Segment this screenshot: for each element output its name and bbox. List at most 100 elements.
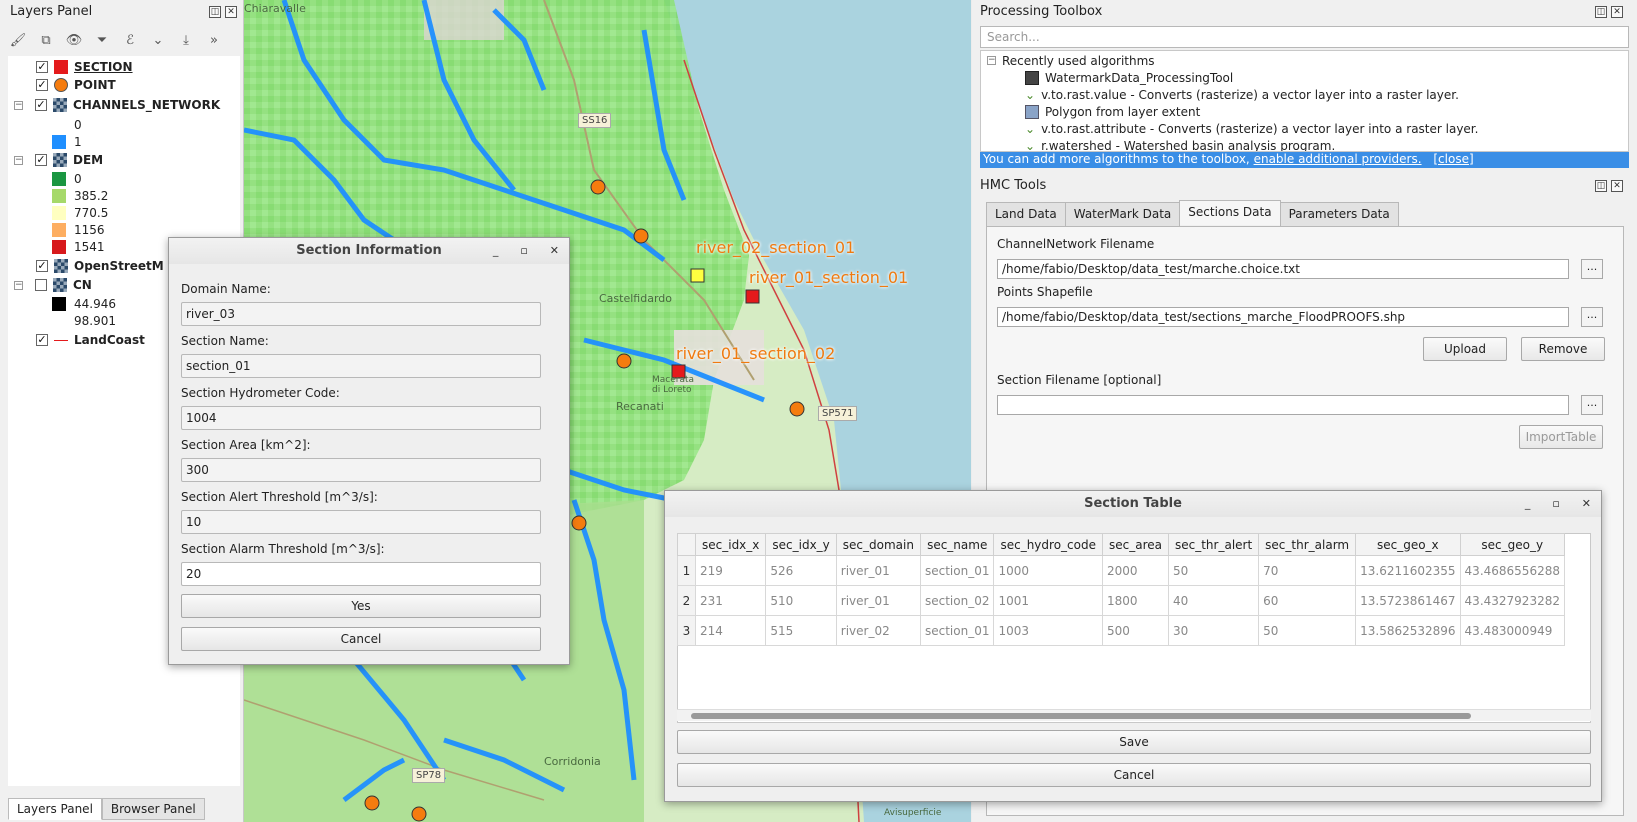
upload-button[interactable]: Upload: [1423, 337, 1507, 361]
close-info-link[interactable]: [close]: [1433, 152, 1473, 166]
table-cell[interactable]: 500: [1101, 615, 1169, 646]
close-icon[interactable]: ✕: [1611, 180, 1623, 192]
column-header[interactable]: sec_geo_x: [1355, 533, 1461, 556]
browse-channel-button[interactable]: ...: [1581, 259, 1603, 279]
horizontal-scrollbar[interactable]: [677, 709, 1591, 721]
table-cell[interactable]: 60: [1258, 585, 1357, 616]
close-icon[interactable]: ✕: [550, 244, 559, 257]
column-header[interactable]: sec_hydro_code: [993, 533, 1103, 556]
algorithm-item[interactable]: Polygon from layer extent: [1025, 103, 1200, 120]
table-cell[interactable]: 13.5723861467: [1355, 585, 1461, 616]
tab-sections-data[interactable]: Sections Data: [1179, 200, 1281, 225]
tab-land-data[interactable]: Land Data: [986, 202, 1066, 227]
more-icon[interactable]: »: [204, 30, 224, 50]
domain-name-field[interactable]: river_03: [181, 302, 541, 326]
table-cell[interactable]: 1003: [993, 615, 1103, 646]
table-cell[interactable]: 526: [765, 555, 837, 586]
maximize-icon[interactable]: ▫: [520, 244, 527, 257]
column-header[interactable]: sec_thr_alert: [1167, 533, 1260, 556]
row-header[interactable]: 3: [677, 615, 696, 646]
column-header[interactable]: sec_idx_y: [765, 533, 837, 556]
table-cell[interactable]: 510: [765, 585, 837, 616]
filter-icon[interactable]: ⏷: [92, 30, 112, 50]
hydrometer-code-field[interactable]: 1004: [181, 406, 541, 430]
channel-network-field[interactable]: /home/fabio/Desktop/data_test/marche.cho…: [997, 259, 1569, 279]
table-cell[interactable]: 50: [1258, 615, 1357, 646]
layer-row-landcoast[interactable]: ✓ LandCoast: [36, 331, 145, 349]
column-header[interactable]: sec_name: [919, 533, 995, 556]
close-icon[interactable]: ✕: [1582, 497, 1591, 510]
tab-parameters-data[interactable]: Parameters Data: [1279, 202, 1399, 227]
algorithm-item[interactable]: ⌄ r.watershed - Watershed basin analysis…: [1025, 137, 1335, 152]
save-button[interactable]: Save: [677, 730, 1591, 754]
table-cell[interactable]: 43.483000949: [1459, 615, 1565, 646]
layer-row-dem[interactable]: − ✓ DEM: [14, 151, 103, 169]
table-cell[interactable]: 1800: [1101, 585, 1169, 616]
tab-watermark-data[interactable]: WaterMark Data: [1064, 202, 1181, 227]
column-header[interactable]: sec_thr_alarm: [1258, 533, 1357, 556]
layer-checkbox[interactable]: ✓: [36, 334, 48, 346]
float-icon[interactable]: ◫: [209, 6, 221, 18]
tree-group[interactable]: − Recently used algorithms: [987, 52, 1155, 69]
minimize-icon[interactable]: _: [493, 244, 499, 257]
chevron-down-icon[interactable]: ⌄: [148, 30, 168, 50]
algorithm-item[interactable]: WatermarkData_ProcessingTool: [1025, 69, 1233, 86]
float-icon[interactable]: ◫: [1595, 180, 1607, 192]
section-filename-field[interactable]: [997, 395, 1569, 415]
layer-row-cn[interactable]: − CN: [14, 276, 92, 294]
tab-browser-panel[interactable]: Browser Panel: [101, 798, 205, 820]
browse-points-button[interactable]: ...: [1581, 307, 1603, 327]
cancel-button[interactable]: Cancel: [181, 627, 541, 651]
remove-button[interactable]: Remove: [1521, 337, 1605, 361]
enable-providers-link[interactable]: enable additional providers.: [1254, 152, 1422, 166]
column-header[interactable]: sec_geo_y: [1459, 533, 1565, 556]
table-cell[interactable]: river_01: [835, 585, 921, 616]
algorithm-item[interactable]: ⌄ v.to.rast.attribute - Converts (raster…: [1025, 120, 1478, 137]
row-header[interactable]: 2: [677, 585, 696, 616]
table-cell[interactable]: river_01: [835, 555, 921, 586]
table-cell[interactable]: 1001: [993, 585, 1103, 616]
table-cell[interactable]: 13.5862532896: [1355, 615, 1461, 646]
table-cell[interactable]: 214: [694, 615, 767, 646]
table-cell[interactable]: 219: [694, 555, 767, 586]
column-header[interactable]: sec_domain: [835, 533, 921, 556]
layer-checkbox[interactable]: ✓: [35, 99, 47, 111]
scrollbar-thumb[interactable]: [691, 713, 1471, 719]
table-cell[interactable]: 40: [1167, 585, 1260, 616]
layer-row-openstreetmap[interactable]: ✓ OpenStreetM: [36, 257, 164, 275]
table-cell[interactable]: 515: [765, 615, 837, 646]
browse-section-button[interactable]: ...: [1581, 395, 1603, 415]
layer-checkbox[interactable]: [35, 279, 47, 291]
table-cell[interactable]: 2000: [1101, 555, 1169, 586]
table-cell[interactable]: 1000: [993, 555, 1103, 586]
section-name-field[interactable]: section_01: [181, 354, 541, 378]
table-cell[interactable]: section_02: [919, 585, 995, 616]
layer-row-point[interactable]: ✓ POINT: [36, 76, 116, 94]
float-icon[interactable]: ◫: [1595, 6, 1607, 18]
row-header[interactable]: 1: [677, 555, 696, 586]
collapse-icon[interactable]: −: [14, 100, 23, 110]
collapse-icon[interactable]: −: [14, 280, 23, 290]
table-cell[interactable]: 13.6211602355: [1355, 555, 1461, 586]
search-input[interactable]: Search...: [980, 26, 1629, 48]
yes-button[interactable]: Yes: [181, 594, 541, 618]
layer-row-channels-network[interactable]: − ✓ CHANNELS_NETWORK: [14, 96, 220, 114]
table-cell[interactable]: 70: [1258, 555, 1357, 586]
table-cell[interactable]: 231: [694, 585, 767, 616]
table-cell[interactable]: river_02: [835, 615, 921, 646]
table-cell[interactable]: 50: [1167, 555, 1260, 586]
collapse-icon[interactable]: −: [14, 155, 23, 165]
points-shapefile-field[interactable]: /home/fabio/Desktop/data_test/sections_m…: [997, 307, 1569, 327]
alert-threshold-field[interactable]: 10: [181, 510, 541, 534]
minimize-icon[interactable]: _: [1525, 497, 1531, 510]
maximize-icon[interactable]: ▫: [1552, 497, 1559, 510]
table-cell[interactable]: section_01: [919, 615, 995, 646]
algorithm-item[interactable]: ⌄ v.to.rast.value - Converts (rasterize)…: [1025, 86, 1459, 103]
table-cell[interactable]: section_01: [919, 555, 995, 586]
layer-checkbox[interactable]: ✓: [36, 260, 48, 272]
close-icon[interactable]: ✕: [225, 6, 237, 18]
table-cell[interactable]: 43.4327923282: [1459, 585, 1565, 616]
alarm-threshold-field[interactable]: 20: [181, 562, 541, 586]
cancel-button[interactable]: Cancel: [677, 763, 1591, 787]
column-header[interactable]: sec_area: [1101, 533, 1169, 556]
